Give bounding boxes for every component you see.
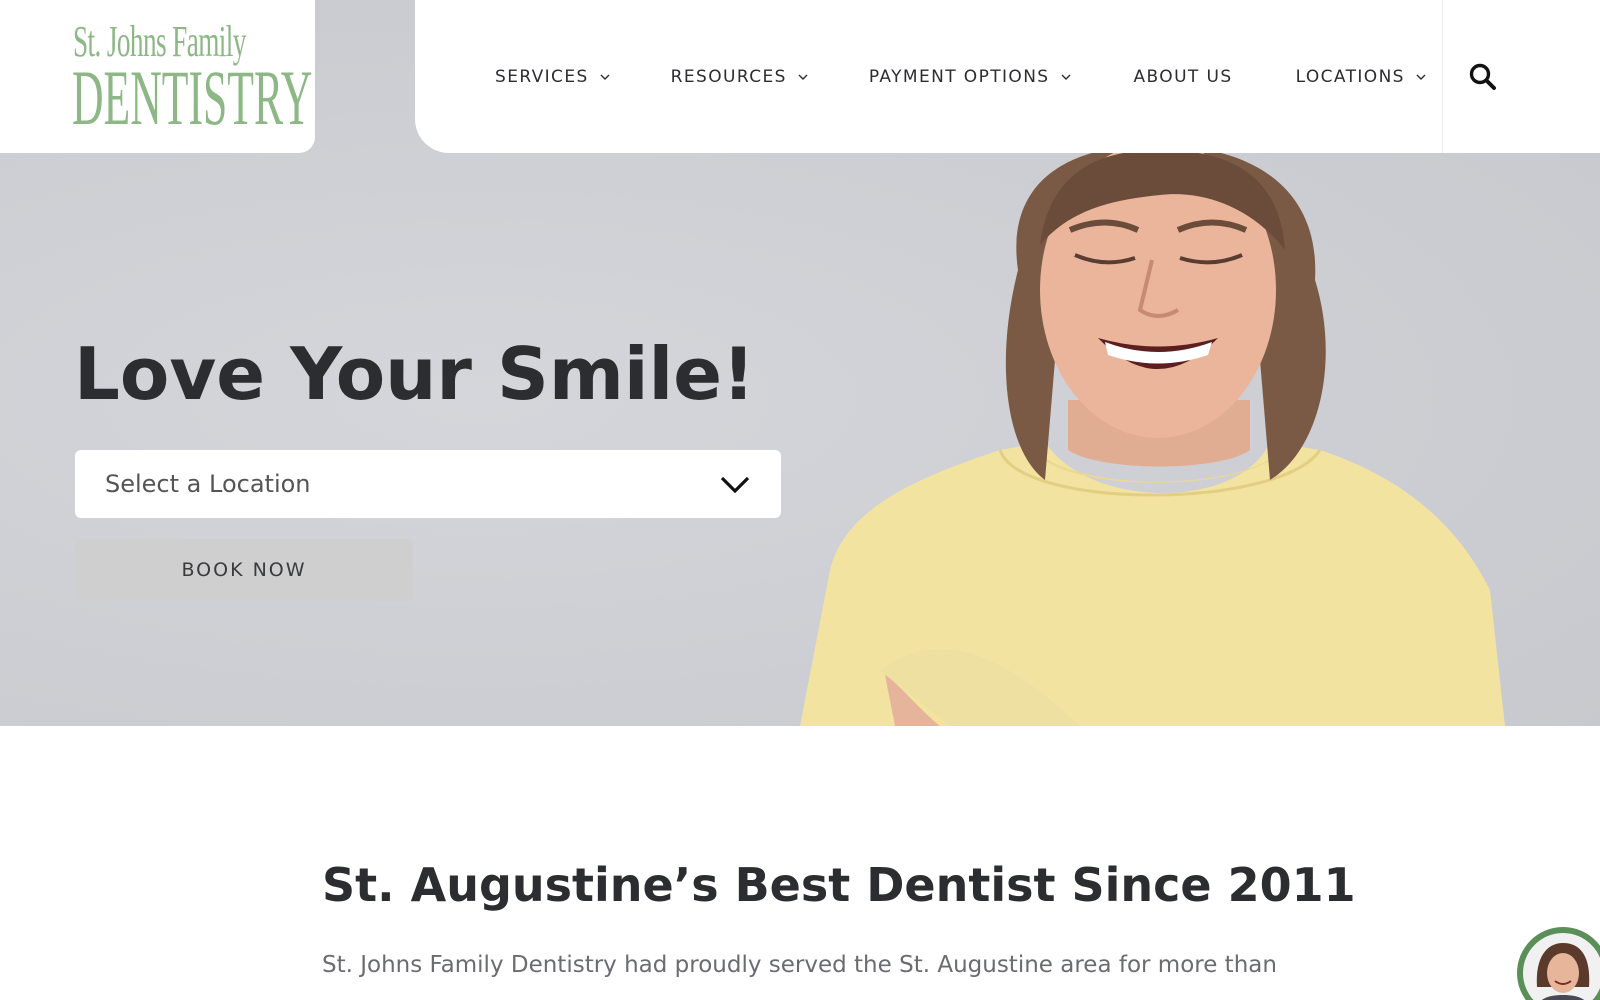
- nav-item-payment-options[interactable]: PAYMENT OPTIONS: [869, 67, 1071, 87]
- nav-item-services[interactable]: SERVICES: [495, 67, 610, 87]
- logo[interactable]: St. Johns Family DENTISTRY: [0, 0, 315, 153]
- smiling-woman-image: [800, 150, 1505, 726]
- nav-item-label: RESOURCES: [670, 66, 787, 87]
- chevron-down-icon: [1416, 74, 1426, 80]
- nav-item-locations[interactable]: LOCATIONS: [1296, 67, 1426, 87]
- nav-item-resources[interactable]: RESOURCES: [671, 67, 808, 87]
- chat-avatar-icon[interactable]: [1517, 927, 1600, 1000]
- chevron-down-icon: [798, 74, 808, 80]
- nav-item-about-us[interactable]: ABOUT US: [1134, 67, 1233, 87]
- chevron-down-icon: [720, 476, 750, 494]
- nav-items: SERVICES RESOURCES PAYMENT OPTIONS ABOUT…: [415, 0, 1426, 153]
- chevron-down-icon: [600, 74, 610, 80]
- location-select-value: Select a Location: [105, 470, 311, 498]
- section-title: St. Augustine’s Best Dentist Since 2011: [322, 858, 1356, 912]
- nav-item-label: PAYMENT OPTIONS: [868, 66, 1050, 87]
- nav-item-label: SERVICES: [495, 66, 589, 87]
- nav-item-label: LOCATIONS: [1295, 66, 1405, 87]
- logo-line-2: DENTISTRY: [72, 54, 313, 141]
- main-navigation: SERVICES RESOURCES PAYMENT OPTIONS ABOUT…: [415, 0, 1600, 153]
- location-select[interactable]: Select a Location: [75, 450, 781, 518]
- book-now-button[interactable]: BOOK NOW: [75, 539, 413, 601]
- search-icon[interactable]: [1468, 62, 1498, 92]
- nav-item-label: ABOUT US: [1133, 66, 1233, 87]
- chat-agent-avatar: [1523, 933, 1600, 1000]
- nav-divider: [1442, 0, 1443, 153]
- section-paragraph: St. Johns Family Dentistry had proudly s…: [322, 952, 1277, 978]
- chevron-down-icon: [1061, 74, 1071, 80]
- hero-title: Love Your Smile!: [74, 332, 755, 416]
